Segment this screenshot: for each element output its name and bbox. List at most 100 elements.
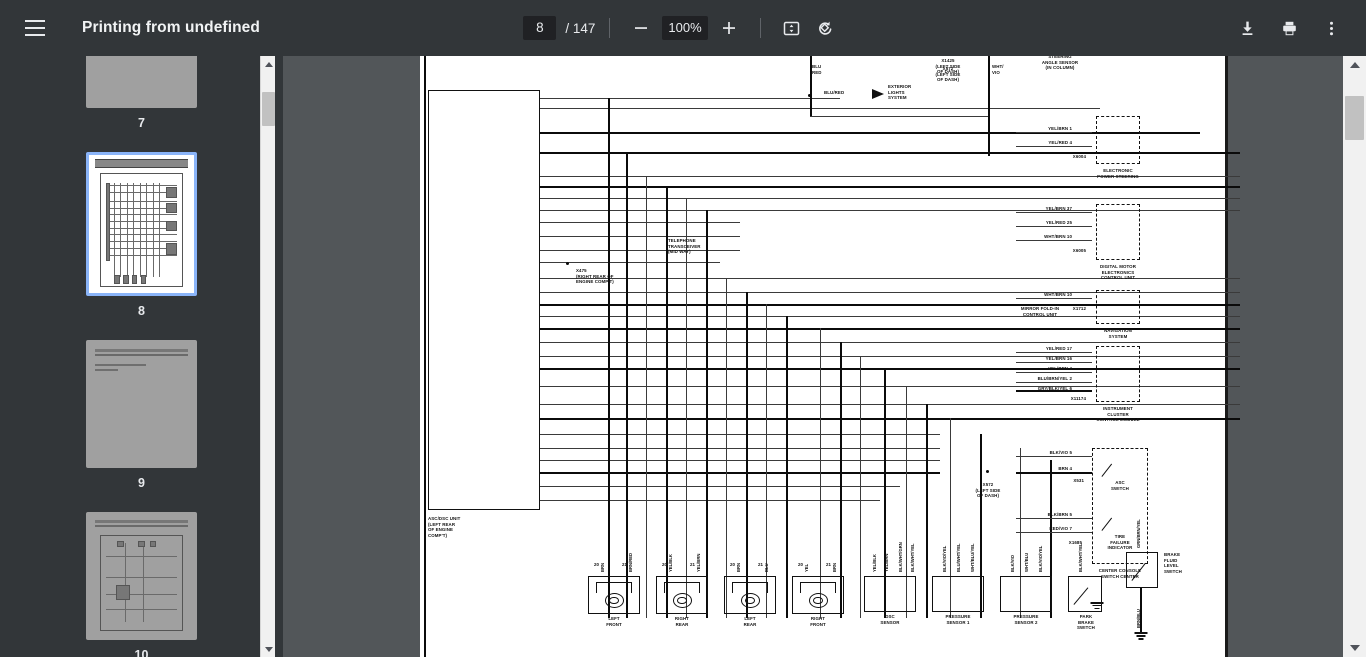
brake-fluid-level-switch-label: BRAKE FLUID LEVEL SWITCH [1164, 552, 1182, 574]
left-rear-sensor-label: LEFT REAR [743, 616, 757, 627]
thumbnail-item[interactable]: 7 [0, 56, 283, 152]
wiring-diagram: ASC/DSC UNIT (LEFT REAR OF ENGINE COMP'T… [420, 56, 1240, 657]
fit-page-icon[interactable] [775, 11, 809, 45]
eps-connector: X6004 [1072, 154, 1086, 159]
lf-pin-b: 21 [622, 562, 628, 567]
diagram-frame-left [424, 56, 426, 657]
scroll-down-arrow[interactable] [261, 641, 276, 657]
toolbar-left-group: Printing from undefined [0, 11, 260, 45]
page-number-input[interactable] [523, 16, 557, 40]
scroll-up-arrow[interactable] [261, 56, 276, 72]
sidebar-scrollbar[interactable] [260, 56, 275, 657]
viewer-scrollbar-thumb[interactable] [1345, 96, 1364, 140]
ps1-wire-b: BLU/WHT/YEL [956, 543, 961, 572]
bfl-wire-b: BRN/BLU [1136, 609, 1141, 628]
thumbnail-label: 8 [138, 304, 145, 318]
exterior-lights-wire-label: BLU/RED [824, 90, 845, 95]
rf-pin-b: 21 [826, 562, 832, 567]
pressure-sensor-2-label: PRESSURE SENSOR 2 [1013, 614, 1039, 625]
scroll-down-arrow[interactable] [1343, 639, 1366, 657]
pbs-wire-a: BLK/WHT/YEL [1078, 543, 1083, 572]
x572-connector-label: X572 (LEFT SIDE OF DASH) [935, 66, 961, 82]
asc-dsc-unit-box [428, 90, 540, 510]
park-brake-ground-symbol [1090, 602, 1104, 611]
viewer-scrollbar[interactable] [1343, 56, 1366, 657]
page-thumbnail-10[interactable] [86, 512, 197, 640]
navigation-system-label: NAVIGATION SYSTEM [1104, 328, 1132, 339]
thumbnail-list[interactable]: 7 8 9 10 [0, 56, 283, 657]
icm-wire-5: GRY/BLK/YEL 6 [1037, 386, 1072, 391]
nav-wire-1: WHT/BRN 10 [1044, 292, 1072, 297]
rotate-counterclockwise-icon[interactable] [809, 11, 843, 45]
page-thumbnail-7[interactable] [86, 56, 197, 108]
dsc-wire-a: YEL/BLK [872, 554, 877, 572]
thumbnail-item[interactable]: 10 [0, 512, 283, 657]
pressure-sensor-1-label: PRESSURE SENSOR 1 [945, 614, 971, 625]
page-thumbnail-8[interactable] [86, 152, 197, 296]
thumbnail-item[interactable]: 9 [0, 340, 283, 512]
ps1-wire-c: WHT/BLU/YEL [970, 543, 975, 572]
rr-wire-a: YEL/BLK [668, 554, 673, 572]
ccsc-wire-3: BLK/BRN 5 [1047, 512, 1072, 517]
instrument-cluster-label: INSTRUMENT CLUSTER CONTROL MODULE [1096, 406, 1140, 422]
telephone-transceiver-label: TELEPHONE TRANSCEIVER (MID WAY) [668, 238, 701, 254]
dme-wire-2: YEL/RED 25 [1045, 220, 1072, 225]
dsc-wire-c: BLK/WHT/GRN [898, 542, 903, 572]
left-front-sensor-label: LEFT FRONT [606, 616, 622, 627]
sidebar-scrollbar-thumb[interactable] [262, 92, 275, 126]
page-thumbnail-9[interactable] [86, 340, 197, 468]
icm-wire-2: YEL/BRN 16 [1045, 356, 1072, 361]
dme-connector: X6005 [1072, 248, 1086, 253]
right-rear-sensor-label: RIGHT REAR [674, 616, 690, 627]
thumbnail-page-surface [89, 155, 194, 293]
steering-angle-sensor-label: STEERING ANGLE SENSOR (IN COLUMN) [1041, 56, 1079, 70]
lf-wire-a: BRN [600, 562, 605, 572]
toolbar-right-group [1230, 11, 1366, 45]
eps-wire-2: YEL/RED 4 [1048, 140, 1072, 145]
rr-wire-b: YEL/BRN [696, 553, 701, 572]
ps2-wire-a: BLK/VIO [1010, 555, 1015, 572]
scroll-up-arrow[interactable] [1343, 56, 1366, 74]
dsc-sensor-label: DSC SENSOR [880, 614, 900, 625]
download-icon[interactable] [1230, 11, 1264, 45]
ccsc-connector-1: X531 [1073, 478, 1084, 483]
thumbnail-mini-diagram [95, 159, 188, 289]
steering-angle-sensor-wire-label: WHT/ VIO [992, 64, 1004, 75]
kebab-menu-icon[interactable] [1314, 11, 1348, 45]
dsc-wire-b: YEL/BRN [884, 553, 889, 572]
electronic-power-steering-label: ELECTRONIC POWER STEERING [1097, 168, 1139, 179]
rf-pin-a: 20 [798, 562, 804, 567]
thumbnail-item[interactable]: 8 [0, 152, 283, 340]
rr-pin-a: 20 [662, 562, 668, 567]
rf-wire-b: BRN [832, 562, 837, 572]
lr-pin-b: 21 [758, 562, 764, 567]
thumbnail-label: 10 [134, 648, 149, 657]
print-icon[interactable] [1272, 11, 1306, 45]
thumbnail-page-surface [89, 515, 194, 637]
icm-wire-1: YEL/RED 17 [1045, 346, 1072, 351]
dme-wire-1: YEL/BRN 37 [1045, 206, 1072, 211]
lr-wire-a: BRN [736, 562, 741, 572]
lr-wire-b: BLU [764, 563, 769, 572]
thumbnail-label: 7 [138, 116, 145, 130]
ccsc-wire-1: BLK/VIO 5 [1049, 450, 1072, 455]
icm-wire-3: YEL/BRN 4 [1048, 366, 1072, 371]
top-wire-label-blu-red: BLU RED [812, 64, 822, 75]
thumbnail-label: 9 [138, 476, 145, 490]
document-title: Printing from undefined [82, 19, 260, 36]
nav-connector: X1712 [1072, 306, 1086, 311]
exterior-lights-system-label: EXTERIOR LIGHTS SYSTEM [888, 84, 912, 100]
brake-fluid-ground-symbol [1134, 632, 1148, 641]
pdf-page-viewport[interactable]: ASC/DSC UNIT (LEFT REAR OF ENGINE COMP'T… [283, 56, 1366, 657]
zoom-in-button[interactable] [712, 11, 746, 45]
thumbnail-sidebar: 7 8 9 10 [0, 56, 283, 657]
hamburger-icon[interactable] [18, 11, 52, 45]
lf-wire-b: BRN/RED [628, 552, 633, 572]
icm-connector: X11174 [1070, 396, 1086, 401]
page-count-label: / 147 [565, 20, 596, 36]
asc-dsc-unit-label: ASC/DSC UNIT (LEFT REAR OF ENGINE COMP'T… [428, 516, 461, 538]
zoom-out-button[interactable] [624, 11, 658, 45]
ps1-wire-a: BLK/VIO/YEL [942, 545, 947, 572]
toolbar-divider-2 [759, 18, 761, 38]
zoom-level-display[interactable]: 100% [662, 16, 708, 40]
